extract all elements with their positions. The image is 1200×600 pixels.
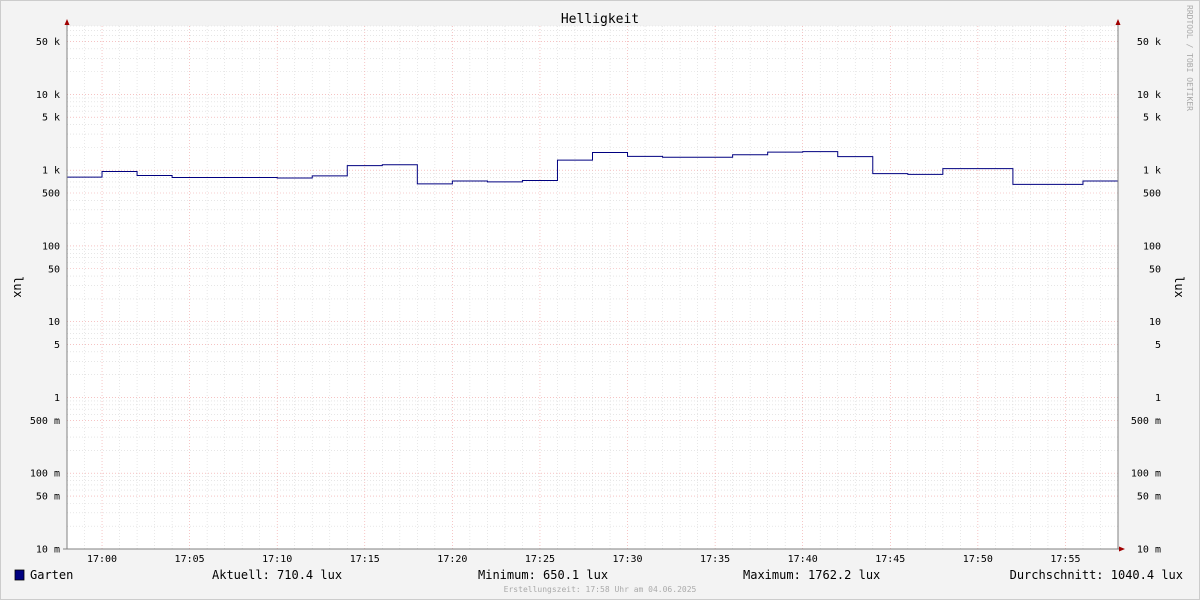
y-tick-label-right: 50: [1149, 264, 1161, 275]
stat-current: Aktuell: 710.4 lux: [212, 568, 342, 582]
x-tick-label: 17:45: [875, 554, 905, 565]
y-tick-label-right: 100: [1143, 241, 1161, 252]
y-tick-label-right: 1 k: [1143, 166, 1161, 177]
y-tick-label-right: 500 m: [1131, 416, 1161, 427]
y-tick-label-right: 10 k: [1137, 90, 1161, 101]
x-tick-label: 17:30: [612, 554, 642, 565]
stat-average: Durchschnitt: 1040.4 lux: [1010, 568, 1183, 582]
x-tick-label: 17:25: [525, 554, 555, 565]
y-tick-label-right: 50 k: [1137, 37, 1161, 48]
x-tick-label: 17:40: [788, 554, 818, 565]
y-tick-label-left: 5: [54, 340, 60, 351]
legend-swatch-garten: [14, 569, 25, 581]
y-tick-label-right: 100 m: [1131, 469, 1161, 480]
minor-grid: [67, 25, 1118, 549]
chart-title: Helligkeit: [561, 12, 639, 27]
y-tick-label-right: 50 m: [1137, 492, 1161, 503]
y-tick-label-right: 5: [1155, 340, 1161, 351]
y-tick-label-left: 50: [48, 264, 60, 275]
y-tick-label-left: 1 k: [42, 166, 60, 177]
x-tick-label: 17:05: [175, 554, 205, 565]
y-tick-label-right: 10: [1149, 317, 1161, 328]
legend-label-garten: Garten: [30, 568, 73, 582]
y-tick-label-right: 5 k: [1143, 113, 1161, 124]
creation-time-footer: Erstellungszeit: 17:58 Uhr am 04.06.2025: [504, 585, 697, 594]
x-tick-label: 17:15: [350, 554, 380, 565]
y-tick-label-left: 100 m: [30, 469, 60, 480]
y-tick-label-left: 100: [42, 241, 60, 252]
y-tick-label-left: 1: [54, 393, 60, 404]
stat-minimum: Minimum: 650.1 lux: [478, 568, 608, 582]
y-tick-label-right: 500: [1143, 188, 1161, 199]
x-tick-label: 17:00: [87, 554, 117, 565]
y-tick-label-right: 10 m: [1137, 545, 1161, 556]
rrdtool-watermark: RRDTOOL / TOBI OETIKER: [1185, 5, 1194, 111]
y-tick-label-left: 10 k: [36, 90, 60, 101]
y-tick-label-left: 10: [48, 317, 60, 328]
x-tick-label: 17:35: [700, 554, 730, 565]
y-tick-label-right: 1: [1155, 393, 1161, 404]
stat-maximum: Maximum: 1762.2 lux: [743, 568, 880, 582]
y-tick-label-left: 50 k: [36, 37, 60, 48]
y-tick-label-left: 500 m: [30, 416, 60, 427]
brightness-chart: Helligkeit lux lux 50 k 10 k 5 k 1 k 500 100 5…: [0, 0, 1200, 600]
y-tick-label-left: 5 k: [42, 113, 60, 124]
y-tick-label-left: 10 m: [36, 545, 60, 556]
y-tick-label-left: 50 m: [36, 492, 60, 503]
y-axis-label-left: lux: [11, 276, 25, 298]
y-axis-label-right: lux: [1172, 276, 1186, 298]
x-tick-label: 17:20: [437, 554, 467, 565]
y-tick-label-left: 500: [42, 188, 60, 199]
x-tick-label: 17:50: [963, 554, 993, 565]
x-tick-label: 17:55: [1050, 554, 1080, 565]
x-tick-label: 17:10: [262, 554, 292, 565]
